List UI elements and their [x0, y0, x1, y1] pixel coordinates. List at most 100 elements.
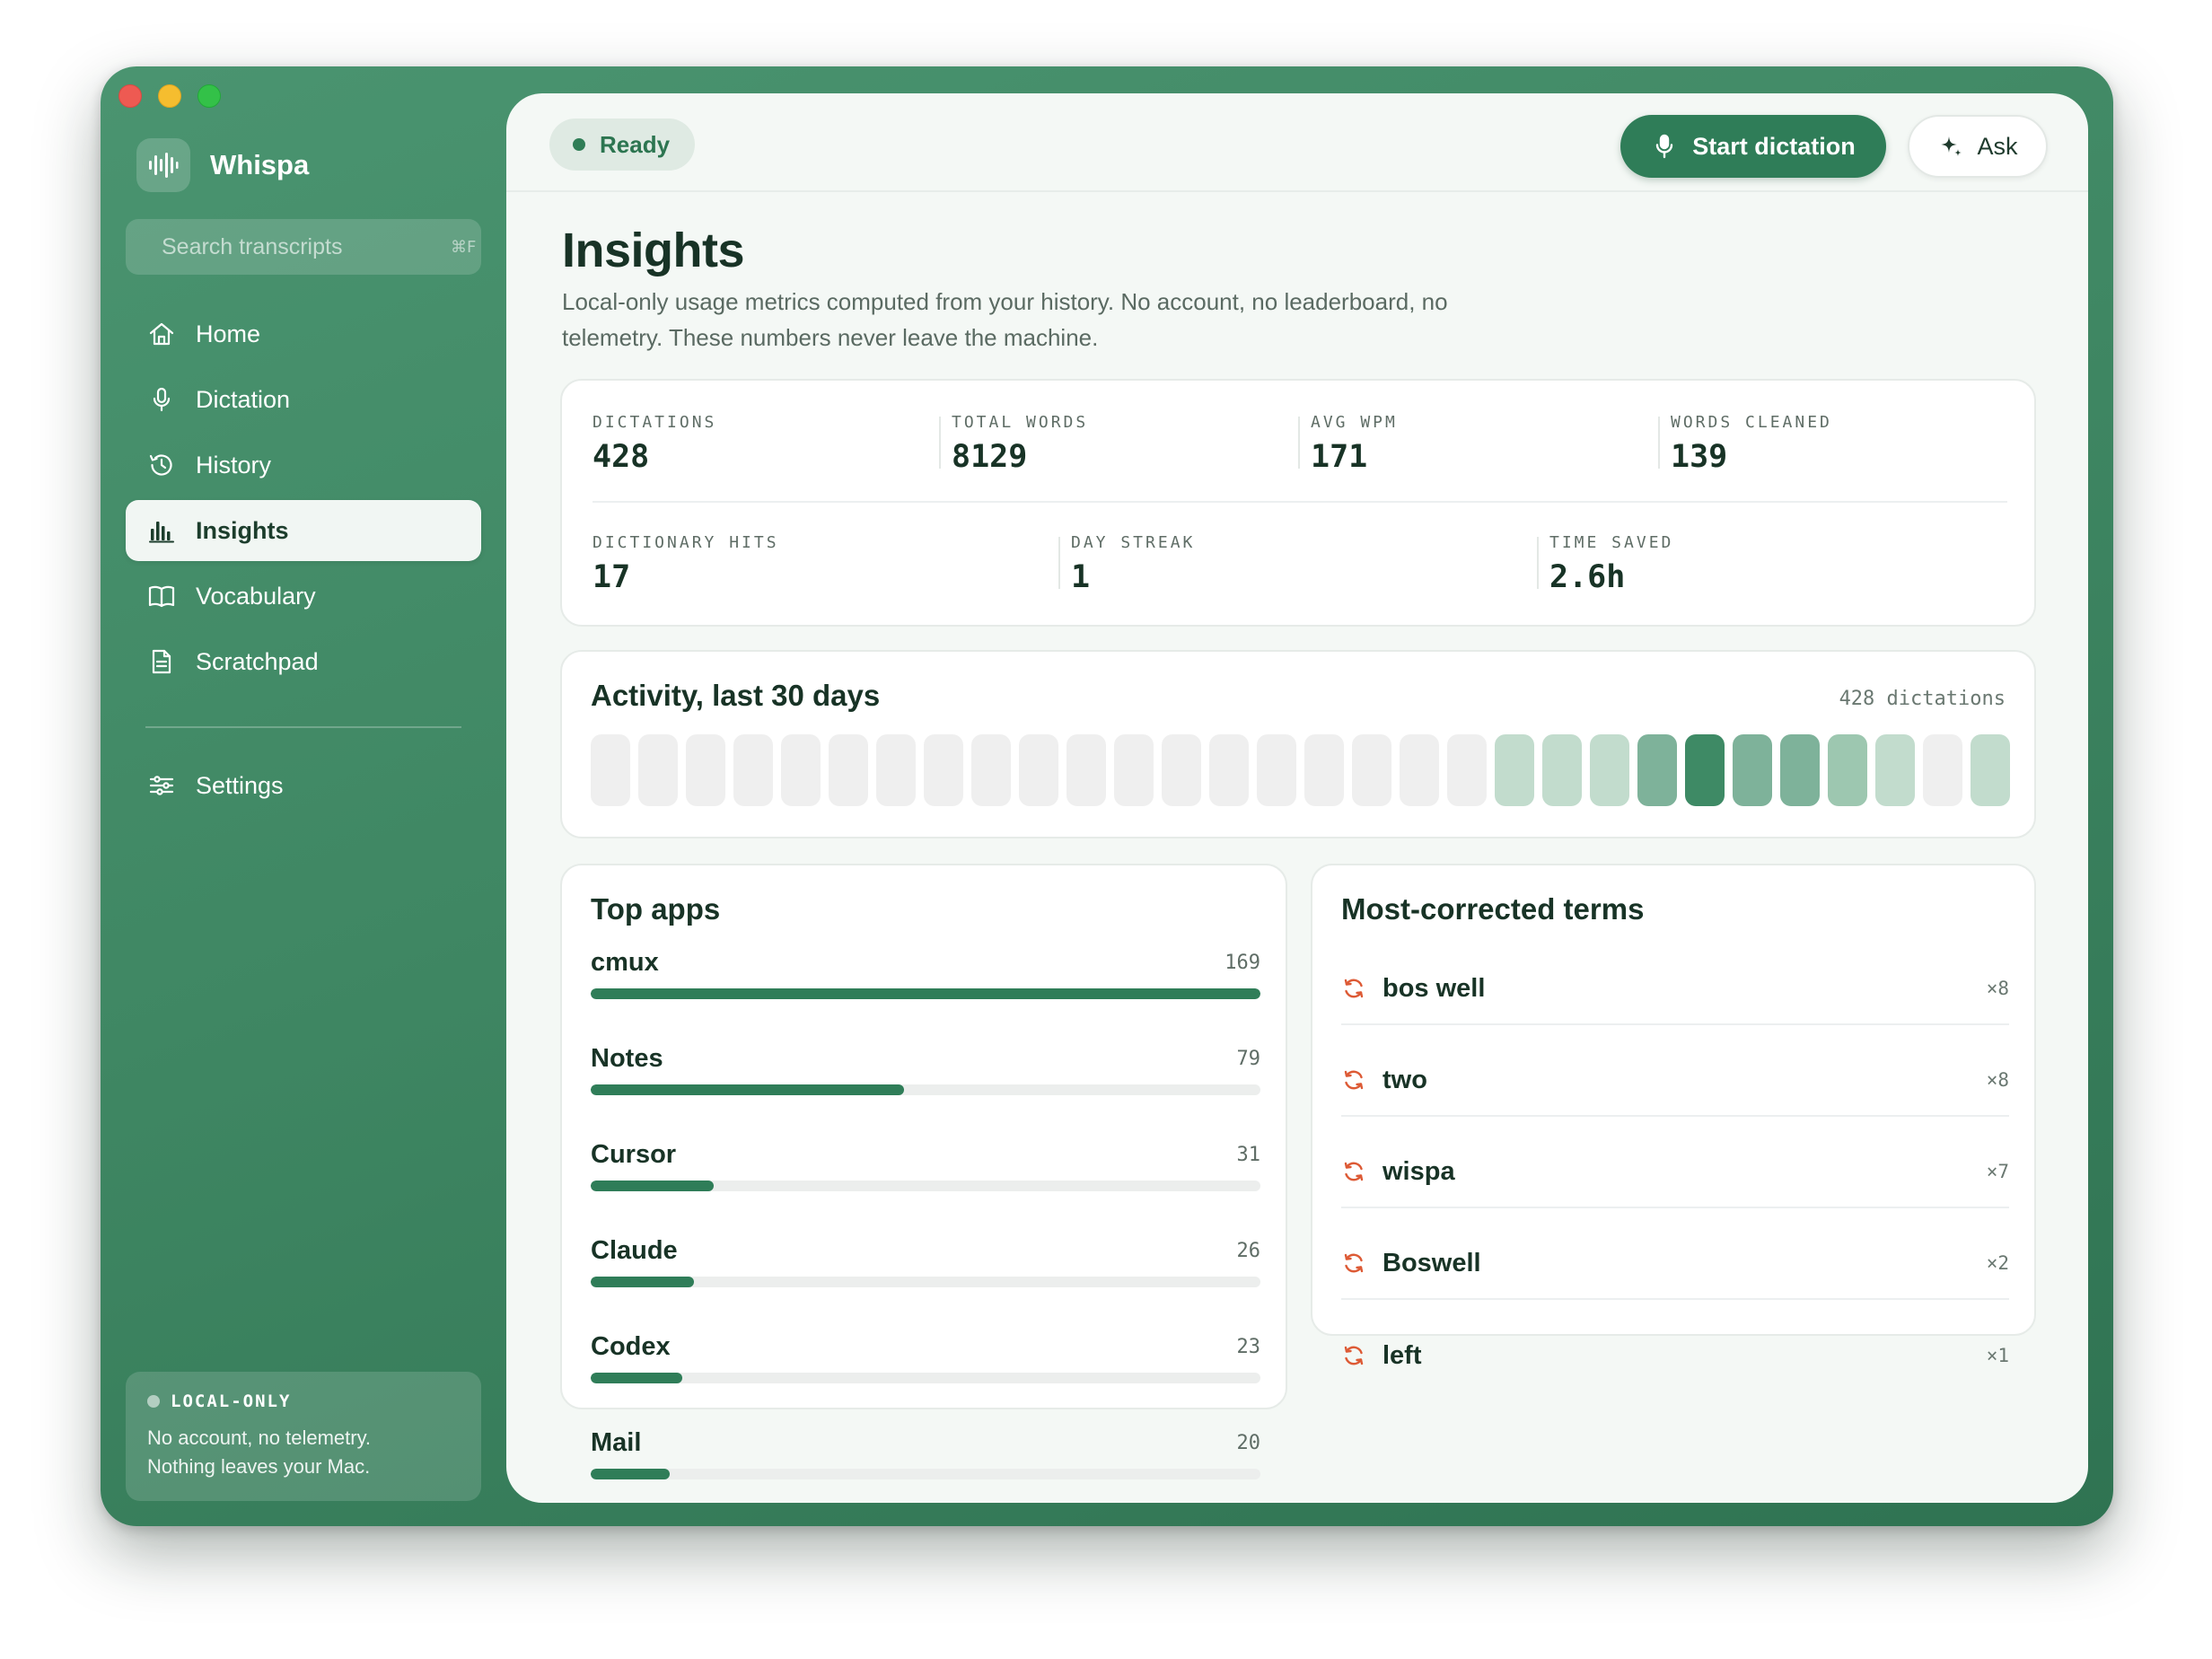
stat-divider — [1058, 537, 1060, 589]
local-only-line2: Nothing leaves your Mac. — [147, 1455, 371, 1478]
app-row: cmux 169 — [591, 948, 1260, 999]
term-name: bos well — [1382, 973, 1486, 1003]
app-count: 79 — [1236, 1048, 1261, 1070]
app-name: Notes — [591, 1044, 663, 1073]
activity-day-cell — [1114, 734, 1154, 806]
local-only-line1: No account, no telemetry. — [147, 1426, 372, 1449]
sidebar-divider — [145, 726, 461, 728]
term-count: ×7 — [1986, 1161, 2009, 1182]
status-dot — [573, 138, 585, 151]
refresh-icon — [1344, 1162, 1364, 1181]
activity-day-cell — [1875, 734, 1915, 806]
microphone-icon — [1656, 134, 1673, 159]
app-usage-bar — [591, 988, 1260, 999]
stat-value: 17 — [592, 559, 631, 595]
activity-day-cell — [1066, 734, 1106, 806]
activity-day-cell — [1828, 734, 1867, 806]
search-box[interactable]: ⌘F — [126, 219, 481, 275]
app-row: Notes 79 — [591, 1044, 1260, 1095]
term-row: left ×1 — [1341, 1320, 2009, 1391]
app-row: Mail 20 — [591, 1428, 1260, 1479]
term-count: ×8 — [1986, 978, 2009, 999]
topbar: Ready Start dictation Ask — [506, 93, 2088, 192]
ask-label: Ask — [1977, 132, 2018, 160]
app-count: 23 — [1236, 1336, 1261, 1358]
status-dot — [147, 1395, 160, 1408]
top-apps-title: Top apps — [591, 892, 721, 926]
app-usage-bar-fill — [591, 1469, 671, 1479]
stats-card: DICTATIONS 428 TOTAL WORDS 8129 AVG WPM … — [560, 379, 2036, 627]
refresh-icon — [1344, 979, 1364, 998]
sidebar-item-home[interactable]: Home — [126, 303, 481, 364]
home-icon — [149, 322, 174, 346]
top-apps-card: Top apps cmux 169 Notes 79 Cursor 31 Claude 26 C… — [560, 864, 1287, 1479]
activity-card: Activity, last 30 days 428 dictations — [560, 650, 2036, 838]
sidebar: Whispa ⌘F Home Dictation — [101, 66, 506, 1526]
stat-dictations: DICTATIONS 428 — [592, 413, 716, 475]
local-only-card: LOCAL-ONLY No account, no telemetry. Not… — [126, 1372, 481, 1501]
stat-dictionary-hits: DICTIONARY HITS 17 — [592, 533, 779, 595]
activity-day-cell — [1685, 734, 1725, 806]
ask-button[interactable]: Ask — [1908, 115, 2048, 178]
app-name: cmux — [591, 948, 659, 977]
sidebar-item-settings[interactable]: Settings — [126, 755, 481, 816]
app-count: 31 — [1236, 1144, 1261, 1166]
term-count: ×1 — [1986, 1345, 2009, 1366]
refresh-icon — [1344, 1253, 1364, 1273]
search-input[interactable] — [162, 233, 451, 260]
term-row: two ×8 — [1341, 1045, 2009, 1117]
start-dictation-button[interactable]: Start dictation — [1620, 115, 1886, 178]
app-usage-bar — [591, 1084, 1260, 1095]
app-usage-bar — [591, 1181, 1260, 1191]
app-name: Codex — [591, 1332, 671, 1361]
app-name: Mail — [591, 1428, 642, 1457]
term-name: Boswell — [1382, 1248, 1481, 1277]
activity-day-cell — [876, 734, 916, 806]
activity-day-cell — [1590, 734, 1629, 806]
stat-value: 428 — [592, 439, 650, 475]
sidebar-item-insights[interactable]: Insights — [126, 500, 481, 561]
app-count: 26 — [1236, 1240, 1261, 1262]
stat-value: 171 — [1311, 439, 1368, 475]
stat-value: 8129 — [952, 439, 1028, 475]
activity-day-cell — [781, 734, 821, 806]
sidebar-item-label: Scratchpad — [196, 647, 319, 675]
app-row: Codex 23 — [591, 1332, 1260, 1383]
activity-day-cell — [1780, 734, 1820, 806]
stat-value: 1 — [1071, 559, 1091, 595]
activity-heatmap — [591, 734, 2010, 806]
activity-day-cell — [1542, 734, 1582, 806]
status-label: Ready — [600, 130, 671, 158]
activity-day-cell — [591, 734, 630, 806]
app-usage-bar — [591, 1277, 1260, 1287]
activity-day-cell — [733, 734, 773, 806]
stat-label: TOTAL WORDS — [952, 413, 1089, 432]
activity-day-cell — [971, 734, 1011, 806]
term-row: wispa ×7 — [1341, 1137, 2009, 1208]
sidebar-item-dictation[interactable]: Dictation — [126, 369, 481, 430]
term-row: Boswell ×2 — [1341, 1228, 2009, 1300]
book-icon — [148, 585, 175, 608]
activity-day-cell — [1162, 734, 1201, 806]
sidebar-item-scratchpad[interactable]: Scratchpad — [126, 631, 481, 692]
term-row: bos well ×8 — [1341, 953, 2009, 1025]
search-shortcut: ⌘F — [451, 237, 477, 257]
corrected-terms-card: Most-corrected terms bos well ×8 two ×8 wisp… — [1311, 864, 2036, 1370]
term-count: ×2 — [1986, 1252, 2009, 1274]
term-count: ×8 — [1986, 1069, 2009, 1091]
sidebar-item-vocabulary[interactable]: Vocabulary — [126, 566, 481, 627]
start-dictation-label: Start dictation — [1692, 132, 1856, 160]
status-badge: Ready — [549, 118, 696, 171]
sidebar-item-history[interactable]: History — [126, 434, 481, 496]
sidebar-item-label: Settings — [196, 771, 284, 799]
app-usage-bar-fill — [591, 1181, 714, 1191]
app-usage-bar — [591, 1373, 1260, 1383]
stat-label: DICTIONARY HITS — [592, 533, 779, 552]
app-usage-bar-fill — [591, 1277, 694, 1287]
stat-total-words: TOTAL WORDS 8129 — [952, 413, 1088, 475]
stat-label: AVG WPM — [1311, 413, 1398, 432]
document-icon — [152, 649, 171, 674]
app-usage-bar-fill — [591, 1373, 682, 1383]
stat-label: DAY STREAK — [1071, 533, 1196, 552]
sidebar-nav: Home Dictation History Insights Vocabula… — [126, 303, 481, 821]
